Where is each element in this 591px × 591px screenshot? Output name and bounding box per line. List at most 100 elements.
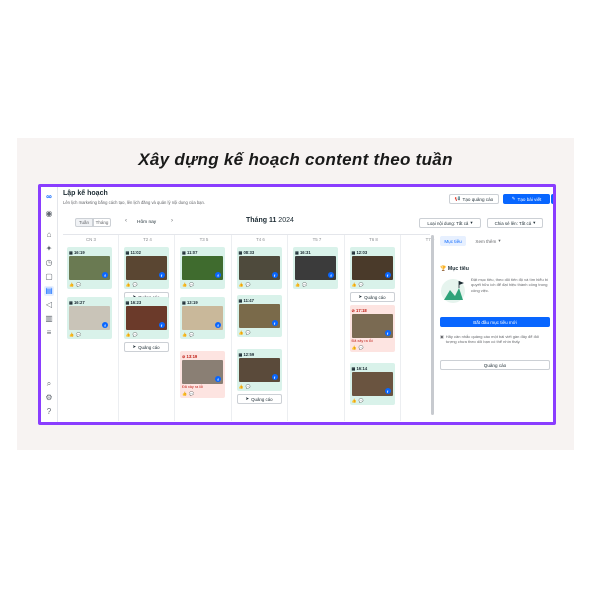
ads-icon[interactable]: ◁: [44, 300, 54, 310]
post-stats: 👍 💬: [69, 331, 110, 337]
page-subtitle: Lên lịch marketing bằng cách tạo, lên lị…: [63, 200, 206, 205]
notifications-icon[interactable]: ✦: [44, 244, 54, 254]
day-column-divider: [117, 235, 119, 421]
inbox-icon[interactable]: ▢: [44, 272, 54, 282]
post-card[interactable]: ▦ 11:07 f 👍 💬: [180, 247, 225, 289]
day-header: T2 4: [143, 237, 152, 242]
menu-icon[interactable]: ≡: [44, 328, 54, 338]
post-time-row: ⊘ 13:19: [182, 353, 223, 359]
post-time-row: ▦ 16:31: [295, 249, 336, 255]
chevron-down-icon: ▾: [470, 220, 473, 225]
post-card[interactable]: ▦ 12:59 f 👍 💬: [236, 349, 282, 391]
insights-icon[interactable]: ▥: [44, 314, 54, 324]
screenshot: Xây dựng kế hoạch content theo tuần ∞ ◉ …: [0, 0, 591, 591]
view-month-button[interactable]: Tháng: [93, 218, 111, 227]
day-column-divider: [287, 235, 288, 421]
comment-icon: 💬: [358, 281, 364, 287]
post-card[interactable]: ▦ 16:27 f 👍 💬: [67, 297, 112, 339]
view-week-button[interactable]: Tuần: [75, 218, 93, 227]
goals-heading: 🏆 Mục tiêu: [440, 266, 469, 272]
post-card[interactable]: ▦ 16:23 f 👍 💬: [123, 297, 169, 339]
post-time: 16:19: [73, 249, 85, 255]
post-thumbnail: f: [351, 256, 393, 280]
facebook-icon: f: [384, 272, 391, 278]
post-card[interactable]: ⊘ 17:18 f Đã xảy ra lỗi 👍 💬: [349, 305, 395, 352]
post-card[interactable]: ▦ 13:19 f 👍 💬: [180, 297, 225, 339]
promote-button[interactable]: Quảng cáo: [440, 360, 550, 370]
post-thumbnail: f: [238, 256, 280, 280]
chevron-right-icon[interactable]: ›: [171, 218, 173, 224]
goals-panel: Mục tiêu Xem thêm ▾ 🏆 Mục tiêu Đặt mục t…: [438, 234, 553, 420]
chevron-left-icon[interactable]: ‹: [125, 218, 127, 224]
send-icon: ➤: [358, 294, 363, 299]
comment-icon: 💬: [188, 390, 194, 396]
post-stats: 👍 💬: [182, 281, 223, 287]
post-stats: 👍 💬: [126, 281, 167, 287]
post-card[interactable]: ▦ 16:14 f 👍 💬: [349, 363, 395, 405]
today-button[interactable]: Hôm nay: [137, 218, 156, 227]
day-header: T3 5: [199, 237, 209, 242]
calendar-icon: ▦: [238, 297, 243, 303]
search-icon[interactable]: ⌕: [44, 379, 54, 389]
boost-post-label: Quảng cáo: [251, 396, 273, 402]
boost-tip-text: Hãy cân nhắc quảng cáo một bài viết gần …: [445, 334, 539, 345]
calendar-icon: ▦: [125, 299, 130, 305]
page-title: Lập kế hoạch: [63, 190, 108, 197]
post-time: 11:07: [186, 249, 198, 255]
post-card[interactable]: ▦ 16:19 f 👍 💬: [67, 247, 112, 289]
day-column-divider: [174, 235, 175, 421]
post-time: 13:19: [186, 353, 198, 359]
boost-post-button[interactable]: ➤Quảng cáo: [236, 394, 282, 404]
calendar-icon: ▦: [238, 351, 243, 357]
planner-icon[interactable]: ▤: [44, 286, 54, 296]
post-card[interactable]: ▦ 16:31 f 👍 💬: [293, 247, 338, 289]
post-card[interactable]: ▦ 08:33 f 👍 💬: [236, 247, 282, 289]
day-column-divider: [400, 235, 401, 421]
tab-see-more-label: Xem thêm: [475, 238, 497, 244]
facebook-icon: f: [384, 388, 391, 394]
comment-icon: 💬: [358, 397, 364, 403]
account-icon[interactable]: ◉: [44, 209, 54, 219]
post-card[interactable]: ▦ 11:47 f 👍 💬: [236, 295, 282, 337]
tab-see-more[interactable]: Xem thêm ▾: [468, 236, 508, 246]
share-to-dropdown[interactable]: Chia sẻ lên: Tất cả ▾: [487, 218, 543, 228]
help-icon[interactable]: ?: [44, 407, 54, 417]
megaphone-icon: 📢: [454, 196, 461, 201]
left-rail: ∞ ◉ ⌂ ✦ ◷ ▢ ▤ ◁ ▥ ≡ ⌕ ⚙ ?: [41, 187, 58, 422]
create-dropdown-button[interactable]: ▾: [551, 194, 553, 204]
create-post-label: Tạo bài viết: [517, 196, 542, 202]
home-icon[interactable]: ⌂: [44, 230, 54, 240]
facebook-icon: f: [102, 272, 108, 278]
post-thumbnail: f: [182, 306, 223, 330]
post-time-row: ▦ 11:07: [182, 249, 223, 255]
post-stats: 👍 💬: [239, 281, 280, 287]
settings-icon[interactable]: ⚙: [44, 393, 54, 403]
meta-logo-icon[interactable]: ∞: [44, 192, 54, 202]
calendar-scrollbar[interactable]: [431, 235, 434, 415]
create-post-button[interactable]: ✎ Tạo bài viết: [503, 194, 550, 204]
calendar-icon: ▦: [125, 249, 130, 255]
content-type-dropdown[interactable]: Loại nội dung: Tất cả ▾: [419, 218, 481, 228]
boost-post-button[interactable]: ➤Quảng cáo: [123, 342, 169, 352]
app-window: ∞ ◉ ⌂ ✦ ◷ ▢ ▤ ◁ ▥ ≡ ⌕ ⚙ ? Lập kế hoạch L…: [38, 184, 556, 425]
post-card[interactable]: ▦ 11:02 f 👍 💬: [123, 247, 169, 289]
create-ad-button[interactable]: 📢 Tạo quảng cáo: [449, 194, 499, 204]
boost-post-button[interactable]: ➤Quảng cáo: [349, 292, 395, 302]
post-time-row: ⊘ 17:18: [352, 307, 393, 313]
content-icon[interactable]: ◷: [44, 258, 54, 268]
tab-goals[interactable]: Mục tiêu: [440, 236, 466, 246]
goals-description: Đặt mục tiêu, theo dõi tiến độ và tìm hi…: [471, 277, 549, 293]
day-column-divider: [230, 235, 232, 421]
chevron-down-icon: ▾: [498, 238, 501, 243]
post-card[interactable]: ⊘ 13:19 f Đã xảy ra lỗi 👍 💬: [180, 351, 225, 398]
send-icon: ➤: [132, 344, 137, 349]
like-icon: 👍: [69, 281, 74, 287]
start-goal-button[interactable]: Bắt đầu mục tiêu mới: [440, 317, 550, 327]
facebook-icon: f: [215, 322, 221, 328]
facebook-icon: f: [384, 330, 391, 336]
post-thumbnail: f: [182, 360, 223, 384]
post-card[interactable]: ▦ 12:03 f 👍 💬: [349, 247, 395, 289]
calendar-icon: ▦: [351, 365, 356, 371]
comment-icon: 💬: [301, 281, 307, 287]
post-stats: 👍 💬: [352, 344, 393, 350]
